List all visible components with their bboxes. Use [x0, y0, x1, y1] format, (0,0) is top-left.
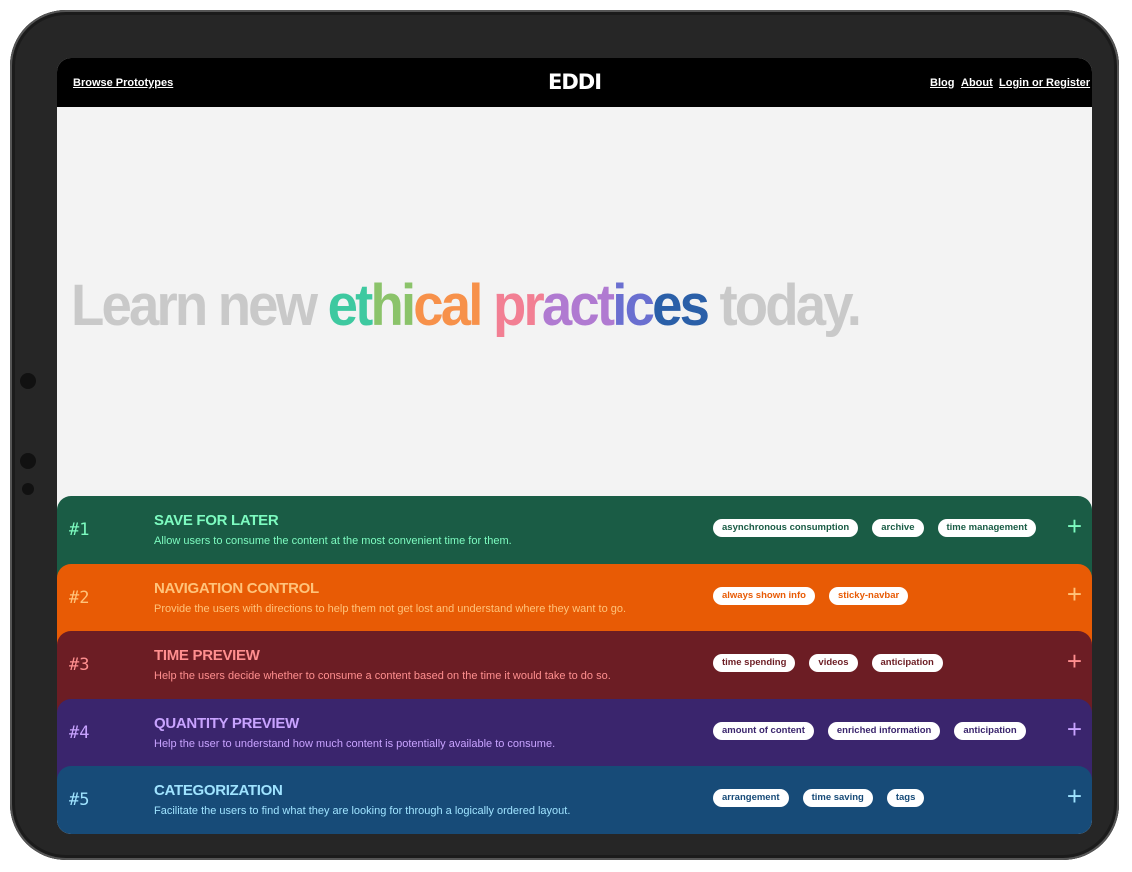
tag-chip[interactable]: enriched information	[827, 721, 941, 740]
tag-chip[interactable]: asynchronous consumption	[713, 519, 859, 537]
tag-chip[interactable]: time saving	[802, 789, 873, 807]
tag-chip[interactable]: archive	[872, 519, 924, 537]
card-tags: amount of content enriched information ant…	[713, 721, 1026, 740]
card-title: SAVE FOR LATER	[154, 512, 279, 529]
card-description: Provide the users with directions to hel…	[154, 602, 627, 615]
card-description: Facilitate the users to find what they a…	[154, 805, 571, 817]
tag-chip[interactable]: time management	[937, 519, 1037, 537]
card-number: #1	[69, 520, 90, 540]
card-title: NAVIGATION CONTROL	[154, 579, 319, 597]
camera-dot	[20, 373, 36, 389]
tag-chip[interactable]: sticky-navbar	[828, 586, 909, 605]
tag-chip[interactable]: tags	[886, 789, 925, 807]
hero-suffix: today.	[707, 273, 861, 338]
card-tags: time spending videos anticipation	[713, 654, 943, 672]
card-number: #3	[69, 655, 90, 675]
card-number: #2	[69, 587, 90, 608]
side-button	[20, 453, 36, 469]
card-description: Help the user to understand how much con…	[154, 737, 556, 750]
tag-chip[interactable]: anticipation	[871, 654, 943, 672]
tag-chip[interactable]: always shown info	[713, 586, 815, 605]
card-title: CATEGORIZATION	[154, 782, 283, 799]
hero-heading: Learn new ethical practices today.	[71, 272, 862, 339]
plus-icon[interactable]: +	[1067, 783, 1082, 809]
tag-chip[interactable]: anticipation	[954, 721, 1026, 740]
plus-icon[interactable]: +	[1067, 581, 1082, 607]
card-title: QUANTITY PREVIEW	[154, 714, 299, 732]
card-title: TIME PREVIEW	[154, 647, 260, 664]
card-tags: arrangement time saving tags	[713, 789, 925, 807]
about-link[interactable]: About	[961, 77, 993, 89]
tag-chip[interactable]: videos	[809, 654, 858, 672]
plus-icon[interactable]: +	[1067, 716, 1082, 742]
card-description: Allow users to consume the content at th…	[154, 535, 512, 547]
tag-chip[interactable]: amount of content	[713, 721, 814, 740]
tablet-frame: Browse Prototypes EDDI Blog About Login …	[10, 10, 1119, 860]
hero-highlight: ethical practices	[327, 273, 710, 338]
card-tags: asynchronous consumption archive time mana…	[713, 519, 1037, 537]
tag-chip[interactable]: time spending	[713, 654, 796, 672]
card-tags: always shown info sticky-navbar	[713, 586, 909, 605]
plus-icon[interactable]: +	[1067, 648, 1082, 674]
login-register-link[interactable]: Login or Register	[999, 77, 1090, 89]
practice-card[interactable]: #5 CATEGORIZATION Facilitate the users to …	[57, 766, 1092, 834]
navbar: Browse Prototypes EDDI Blog About Login …	[57, 58, 1092, 107]
blog-link[interactable]: Blog	[930, 77, 954, 89]
side-button-small	[22, 483, 34, 495]
screen: Browse Prototypes EDDI Blog About Login …	[57, 58, 1092, 834]
hero-prefix: Learn new	[71, 273, 328, 338]
plus-icon[interactable]: +	[1067, 513, 1082, 539]
card-number: #5	[69, 790, 90, 810]
card-description: Help the users decide whether to consume…	[154, 670, 611, 682]
tag-chip[interactable]: arrangement	[713, 789, 789, 807]
card-number: #4	[69, 722, 90, 743]
